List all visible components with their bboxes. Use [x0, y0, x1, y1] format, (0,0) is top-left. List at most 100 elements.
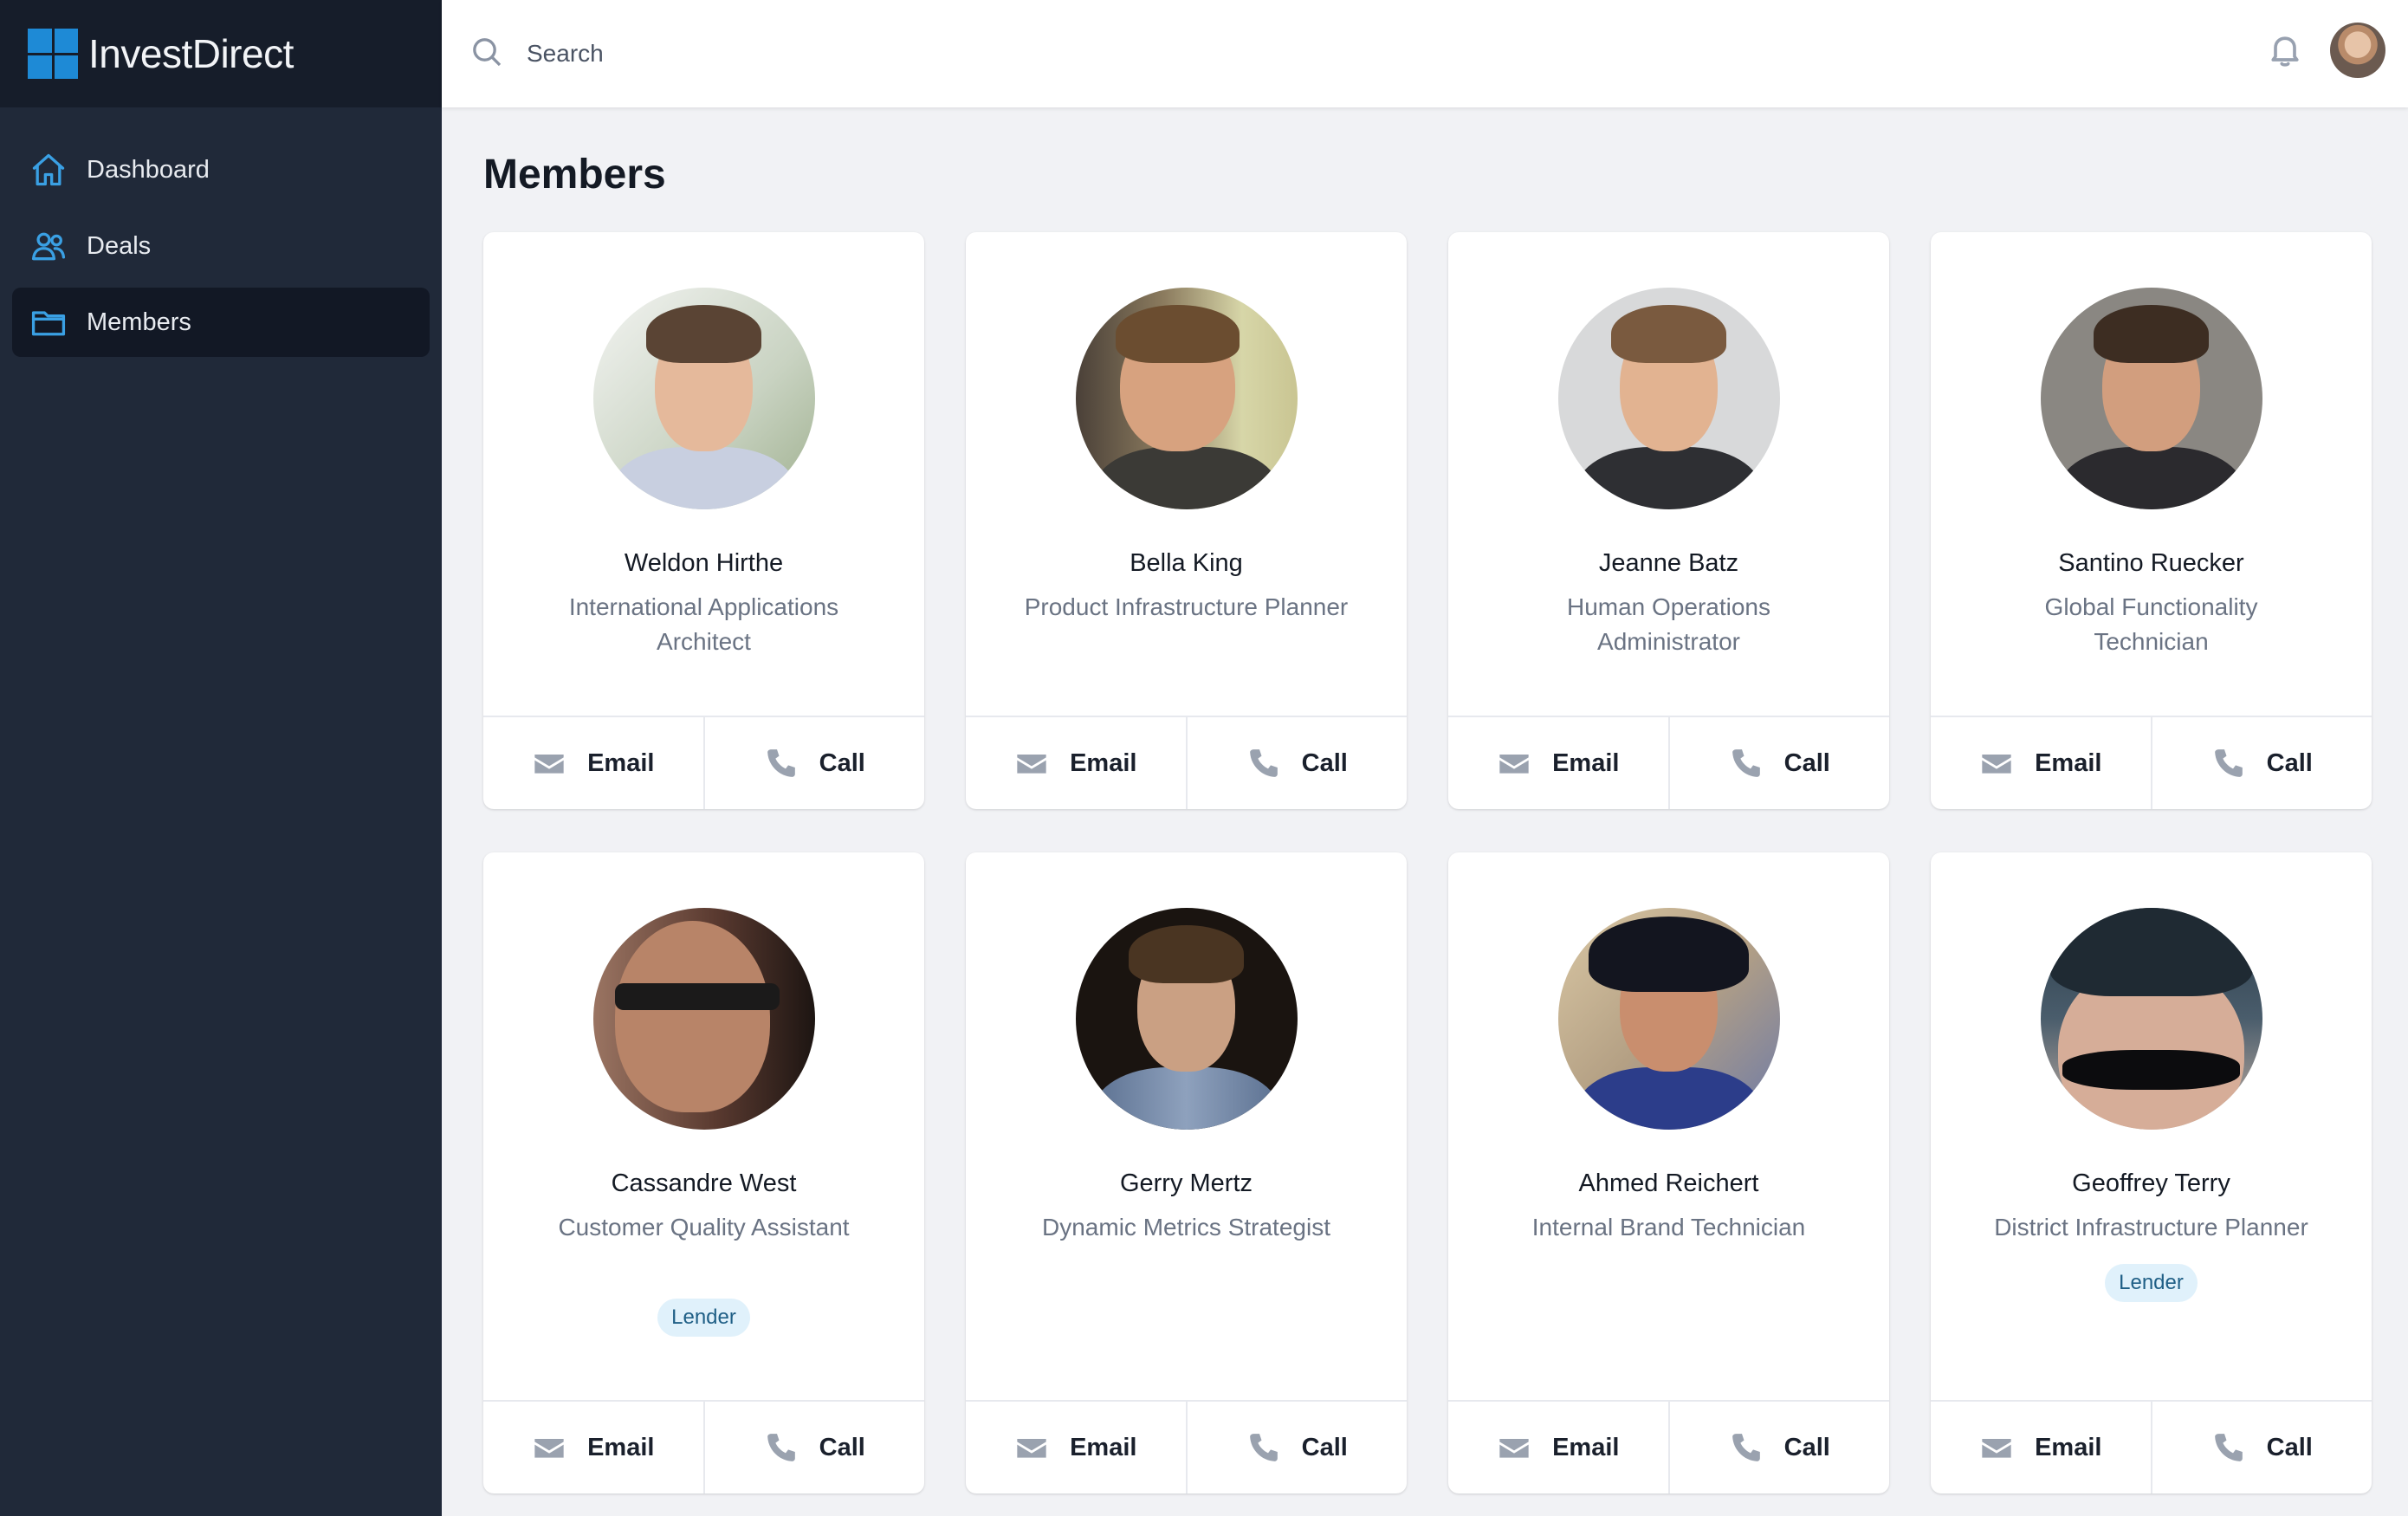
member-card: Cassandre West Customer Quality Assistan…: [483, 852, 924, 1493]
call-button[interactable]: Call: [1667, 1402, 1890, 1493]
mail-icon: [1017, 1439, 1046, 1458]
member-card: Gerry Mertz Dynamic Metrics Strategist E…: [966, 852, 1407, 1493]
email-button[interactable]: Email: [1931, 717, 2151, 809]
email-button[interactable]: Email: [1448, 1402, 1668, 1493]
member-role: Human Operations Administrator: [1566, 593, 1770, 655]
member-avatar: [2040, 908, 2262, 1130]
home-icon: [28, 149, 69, 191]
member-role: International Applications Architect: [568, 593, 839, 655]
page-title: Members: [483, 152, 666, 198]
member-role: Customer Quality Assistant: [558, 1214, 850, 1241]
call-button-label: Call: [1783, 1433, 1830, 1461]
call-button-label: Call: [2266, 748, 2313, 777]
user-avatar[interactable]: [2330, 23, 2385, 78]
member-actions: Email Call: [1448, 1400, 1889, 1493]
call-button-label: Call: [819, 1433, 865, 1461]
email-button-label: Email: [2035, 1433, 2102, 1461]
member-avatar: [1075, 908, 1298, 1130]
topbar: [442, 0, 2408, 107]
email-button-label: Email: [1552, 748, 1620, 777]
email-button-label: Email: [1070, 748, 1137, 777]
call-button[interactable]: Call: [2150, 1402, 2372, 1493]
call-button[interactable]: Call: [702, 1402, 925, 1493]
mail-icon: [1982, 1439, 2011, 1458]
sidebar: InvestDirect Dashboard Deals Members: [0, 0, 442, 1516]
email-button[interactable]: Email: [483, 1402, 703, 1493]
sidebar-item-label: Dashboard: [87, 155, 210, 184]
member-actions: Email Call: [483, 1400, 924, 1493]
email-button-label: Email: [587, 1433, 655, 1461]
mail-icon: [1499, 755, 1529, 774]
member-name: Bella King: [1130, 549, 1243, 577]
email-button[interactable]: Email: [1448, 717, 1668, 809]
member-card: Jeanne Batz Human Operations Administrat…: [1448, 232, 1889, 809]
sidebar-item-label: Members: [87, 308, 191, 336]
member-role: Dynamic Metrics Strategist: [1042, 1214, 1330, 1241]
sidebar-nav: Dashboard Deals Members: [0, 107, 442, 357]
call-button[interactable]: Call: [702, 717, 925, 809]
member-actions: Email Call: [966, 1400, 1407, 1493]
member-role: Internal Brand Technician: [1531, 1214, 1806, 1241]
email-button-label: Email: [1552, 1433, 1620, 1461]
mail-icon: [1982, 755, 2011, 774]
call-button[interactable]: Call: [1185, 717, 1408, 809]
member-actions: Email Call: [966, 716, 1407, 809]
phone-icon: [1249, 1434, 1278, 1461]
member-avatar: [592, 288, 815, 509]
member-avatar: [1557, 288, 1780, 509]
phone-icon: [1732, 1434, 1760, 1461]
brand-name: InvestDirect: [88, 31, 294, 76]
bell-icon[interactable]: [2266, 31, 2309, 75]
phone-icon: [1249, 749, 1278, 777]
sidebar-item-dashboard[interactable]: Dashboard: [12, 135, 430, 204]
call-button[interactable]: Call: [1667, 717, 1890, 809]
call-button[interactable]: Call: [2150, 717, 2372, 809]
member-role: Global Functionality Technician: [2044, 593, 2258, 655]
email-button-label: Email: [1070, 1433, 1137, 1461]
call-button-label: Call: [2266, 1433, 2313, 1461]
call-button-label: Call: [1301, 1433, 1348, 1461]
sidebar-item-deals[interactable]: Deals: [12, 211, 430, 281]
brand[interactable]: InvestDirect: [0, 0, 442, 107]
app-root: InvestDirect Dashboard Deals Members Sea…: [0, 0, 2408, 1516]
member-actions: Email Call: [1448, 716, 1889, 809]
call-button[interactable]: Call: [1185, 1402, 1408, 1493]
member-name: Geoffrey Terry: [2072, 1169, 2230, 1197]
call-button-label: Call: [819, 748, 865, 777]
search-input[interactable]: [527, 40, 1826, 68]
member-card: Weldon Hirthe International Applications…: [483, 232, 924, 809]
member-card: Ahmed Reichert Internal Brand Technician…: [1448, 852, 1889, 1493]
email-button-label: Email: [587, 748, 655, 777]
member-avatar: [1557, 908, 1780, 1130]
search-icon: [469, 35, 504, 74]
sidebar-item-members[interactable]: Members: [12, 288, 430, 357]
phone-icon: [2214, 749, 2243, 777]
users-icon: [28, 225, 69, 267]
mail-icon: [534, 1439, 564, 1458]
email-button[interactable]: Email: [966, 717, 1186, 809]
member-role: District Infrastructure Planner: [1994, 1214, 2308, 1241]
phone-icon: [1732, 749, 1760, 777]
member-name: Jeanne Batz: [1598, 549, 1739, 577]
member-name: Gerry Mertz: [1119, 1169, 1253, 1197]
phone-icon: [767, 1434, 795, 1461]
member-role: Product Infrastructure Planner: [1024, 593, 1349, 620]
member-avatar: [2040, 288, 2262, 509]
sidebar-item-label: Deals: [87, 231, 152, 260]
member-actions: Email Call: [483, 716, 924, 809]
folder-icon: [28, 301, 69, 343]
mail-icon: [534, 755, 564, 774]
windows-logo-icon: [28, 29, 78, 79]
phone-icon: [2214, 1434, 2243, 1461]
member-avatar: [592, 908, 815, 1130]
email-button[interactable]: Email: [483, 717, 703, 809]
member-name: Weldon Hirthe: [624, 549, 784, 577]
email-button[interactable]: Email: [966, 1402, 1186, 1493]
member-name: Cassandre West: [611, 1169, 797, 1197]
email-button-label: Email: [2035, 748, 2102, 777]
phone-icon: [767, 749, 795, 777]
mail-icon: [1499, 1439, 1529, 1458]
call-button-label: Call: [1783, 748, 1830, 777]
member-avatar: [1075, 288, 1298, 509]
email-button[interactable]: Email: [1931, 1402, 2151, 1493]
